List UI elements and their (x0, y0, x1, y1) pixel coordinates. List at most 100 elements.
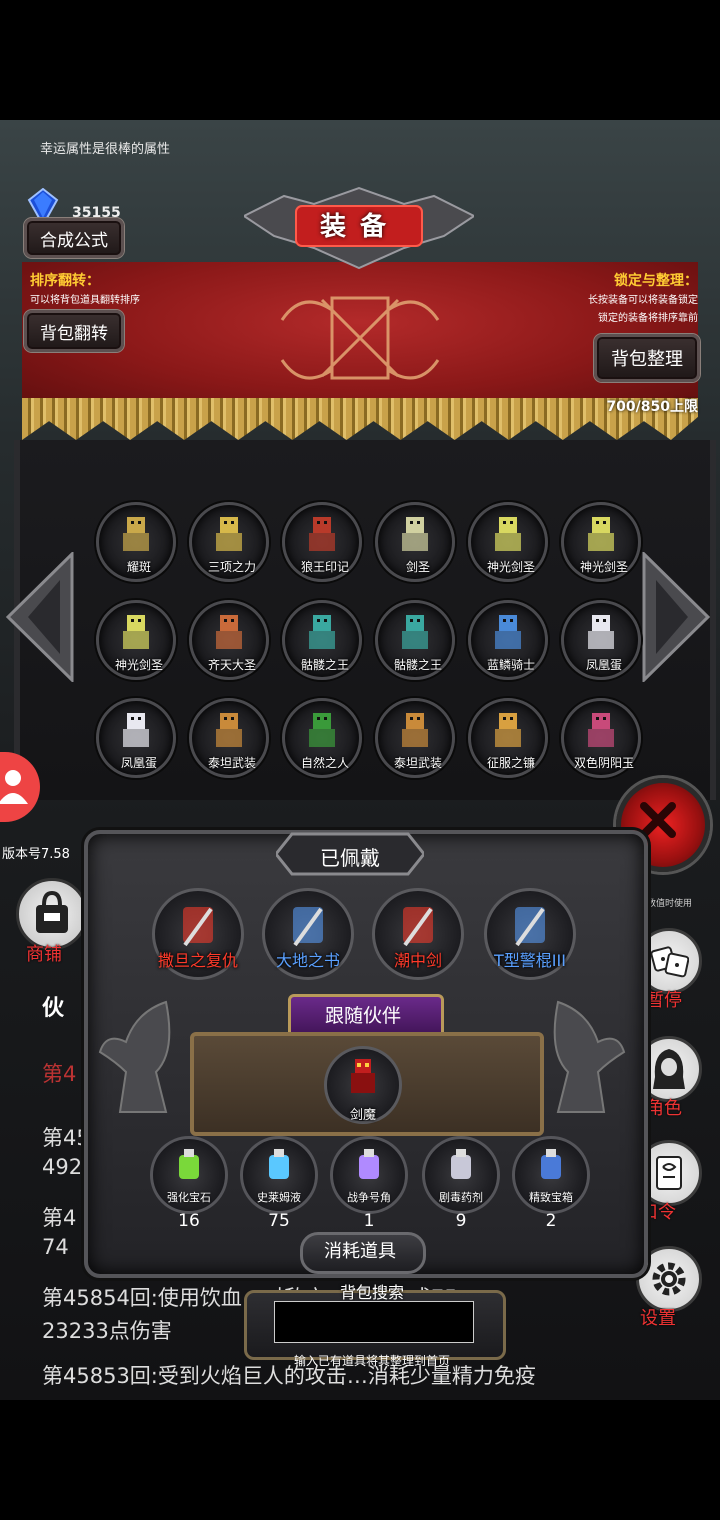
equipped-item-icon (403, 907, 433, 947)
inventory-item-label: 泰坦武装 (207, 756, 256, 770)
equipped-item-label: T型警棍III (494, 951, 566, 970)
equipment-item-icon (216, 615, 242, 649)
scroll-icon (656, 1156, 682, 1190)
equipment-item-icon (216, 713, 242, 747)
shop-label: 商铺 (26, 944, 62, 965)
equipped-title: 已佩戴 (320, 846, 380, 870)
equipment-item-icon (123, 615, 149, 649)
sort-flip-title: 排序翻转： (30, 273, 100, 289)
inventory-item-label: 神光剑圣 (114, 658, 163, 672)
equipment-item-icon (588, 517, 614, 551)
consumable-count: 75 (268, 1211, 290, 1231)
inventory-item-label: 狼王印记 (300, 560, 349, 574)
consumable-slot[interactable]: 战争号角 1 (330, 1136, 408, 1231)
bag-search-input[interactable] (274, 1301, 474, 1343)
inventory-slot[interactable]: 自然之人 (282, 698, 362, 778)
companion-title: 跟随伙伴 (324, 1005, 401, 1027)
inventory-slot[interactable]: 凤凰蛋 (96, 698, 176, 778)
equipment-item-icon (309, 615, 335, 649)
inventory-item-label: 骷髅之王 (300, 658, 349, 672)
consumable-name: 史莱姆液 (257, 1191, 301, 1204)
log-fragment-1: 第4 (42, 1062, 77, 1086)
crossed-swords-emblem-icon (280, 296, 440, 380)
inventory-slot[interactable]: 凤凰蛋 (561, 600, 641, 680)
inventory-slot[interactable]: 剑圣 (375, 502, 455, 582)
bag-flip-button[interactable]: 背包翻转 (24, 310, 124, 352)
inventory-slot[interactable]: 神光剑圣 (561, 502, 641, 582)
inventory-slot[interactable]: 骷髅之王 (375, 600, 455, 680)
log-fragment-5: 74 (42, 1235, 69, 1259)
role-label: 角色 (646, 1098, 682, 1119)
equipment-item-icon (309, 713, 335, 747)
settings-label: 设置 (640, 1308, 676, 1329)
hooded-figure-icon (653, 1049, 685, 1089)
consumable-item-icon (359, 1149, 379, 1179)
consumable-count: 1 (363, 1211, 375, 1231)
inventory-slot[interactable]: 耀斑 (96, 502, 176, 582)
equipped-item-label: 大地之书 (275, 951, 340, 970)
consumable-item-icon (179, 1149, 199, 1179)
equipment-item-icon (495, 517, 521, 551)
close-icon (640, 802, 676, 838)
inventory-slot[interactable]: 齐天大圣 (189, 600, 269, 680)
inventory-slot[interactable]: 神光剑圣 (96, 600, 176, 680)
pause-label: 暂停 (646, 990, 682, 1011)
consumable-slot[interactable]: 史莱姆液 75 (240, 1136, 318, 1231)
inventory-item-label: 蓝鳞骑士 (486, 658, 535, 672)
equipped-slot[interactable]: 潮中剑 (372, 888, 464, 980)
inventory-item-label: 凤凰蛋 (120, 756, 157, 770)
inventory-slot[interactable]: 征服之镰 (468, 698, 548, 778)
inventory-item-label: 三项之力 (207, 560, 256, 574)
inventory-item-label: 泰坦武装 (393, 756, 442, 770)
consumable-count: 2 (545, 1211, 557, 1231)
inventory-slot[interactable]: 泰坦武装 (375, 698, 455, 778)
inventory-slot[interactable]: 三项之力 (189, 502, 269, 582)
equipped-item-icon (183, 907, 213, 947)
consumable-slot[interactable]: 剧毒药剂 9 (422, 1136, 500, 1231)
equipment-item-icon (216, 517, 242, 551)
inventory-slot[interactable]: 蓝鳞骑士 (468, 600, 548, 680)
lock-desc-line-2: 锁定的装备将排序靠前 (598, 313, 698, 324)
tip-text: 幸运属性是很棒的属性 (40, 142, 171, 157)
inventory-item-label: 剑圣 (405, 560, 430, 574)
sword-demon-icon (351, 1059, 375, 1093)
equipment-item-icon (402, 517, 428, 551)
inventory-item-label: 耀斑 (126, 560, 151, 574)
inventory-item-label: 骷髅之王 (393, 658, 442, 672)
gear-icon (652, 1262, 686, 1296)
dragon-statue-right-icon (553, 1000, 626, 1113)
version-label: 版本号7.58 (2, 847, 70, 862)
inventory-item-label: 凤凰蛋 (585, 658, 622, 672)
inventory-slot[interactable]: 双色阴阳玉 (561, 698, 641, 778)
equipment-item-icon (495, 615, 521, 649)
log-fragment-2: 第45 (42, 1126, 90, 1150)
synthesis-formula-button[interactable]: 合成公式 (24, 218, 124, 258)
consumable-slot[interactable]: 强化宝石 16 (150, 1136, 228, 1231)
inventory-item-label: 双色阴阳玉 (573, 756, 634, 770)
equipped-item-icon (515, 907, 545, 947)
inventory-slot[interactable]: 神光剑圣 (468, 502, 548, 582)
inventory-item-label: 自然之人 (300, 756, 349, 770)
companion-slot[interactable]: 剑魔 (324, 1046, 402, 1124)
arrow-left-icon[interactable] (4, 552, 74, 682)
bag-search-hint: 输入已有道具将其整理到首页 (293, 1354, 450, 1368)
consumable-name: 强化宝石 (167, 1191, 211, 1204)
bag-organize-button[interactable]: 背包整理 (594, 334, 700, 382)
inventory-slot[interactable]: 泰坦武装 (189, 698, 269, 778)
battle-log-line-2: 23233点伤害 (42, 1319, 172, 1343)
equipment-item-icon (123, 517, 149, 551)
inventory-slot[interactable]: 狼王印记 (282, 502, 362, 582)
companion-name: 剑魔 (349, 1108, 376, 1123)
consumable-name: 精致宝箱 (529, 1191, 573, 1204)
equipped-slot[interactable]: T型警棍III (484, 888, 576, 980)
equipment-item-icon (588, 615, 614, 649)
consumable-count: 16 (178, 1211, 200, 1231)
shop-bag-icon (36, 891, 68, 933)
consumable-slot[interactable]: 精致宝箱 2 (512, 1136, 590, 1231)
inventory-slot[interactable]: 骷髅之王 (282, 600, 362, 680)
equipped-slot[interactable]: 大地之书 (262, 888, 354, 980)
log-fragment-4: 第4 (42, 1206, 77, 1230)
arrow-right-icon[interactable] (642, 552, 712, 682)
equipped-slot[interactable]: 撒旦之复仇 (152, 888, 244, 980)
inventory-item-label: 神光剑圣 (579, 560, 628, 574)
